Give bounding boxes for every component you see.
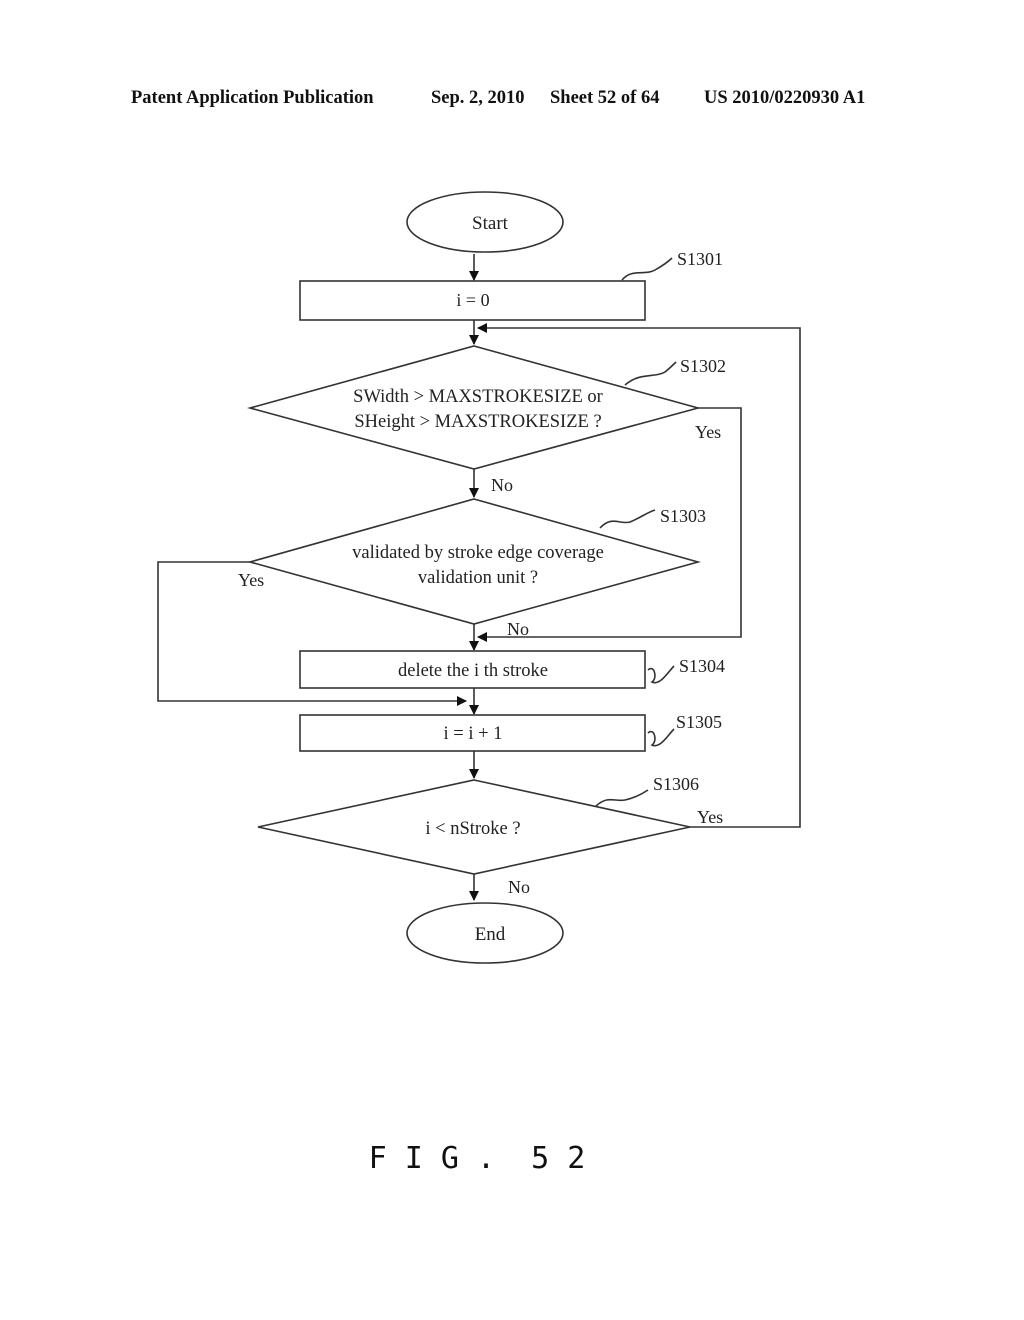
s1305-leader (647, 728, 675, 747)
s1306-yes-label: Yes (697, 807, 723, 827)
s1302-diamond (246, 345, 702, 470)
s1302-id: S1302 (680, 356, 726, 376)
s1303-leader (599, 509, 656, 529)
s1305-id: S1305 (676, 712, 722, 732)
s1306-leader (595, 789, 649, 807)
start-label: Start (472, 213, 509, 234)
s1301-leader (621, 257, 673, 281)
s1303-text-line1: validated by stroke edge coverage (352, 543, 604, 563)
s1304-id: S1304 (679, 656, 725, 676)
s1306-text: i < nStroke ? (425, 819, 520, 839)
s1302-leader (624, 361, 677, 386)
s1304-text: delete the i th stroke (398, 661, 548, 681)
s1306-no-label: No (508, 877, 530, 897)
s1305-text: i = i + 1 (444, 724, 503, 744)
flowchart: Start S1301 i = 0 S1302 SWidth > MAXSTRO… (157, 191, 801, 1176)
s1303-id: S1303 (660, 506, 706, 526)
s1302-yes-label: Yes (695, 422, 721, 442)
s1303-yes-label: Yes (238, 570, 264, 590)
s1306-id: S1306 (653, 774, 699, 794)
s1304-leader (647, 665, 675, 684)
s1303-text-line2: validation unit ? (418, 568, 538, 588)
s1301-id: S1301 (677, 249, 723, 269)
s1302-text-line2: SHeight > MAXSTROKESIZE ? (354, 412, 601, 432)
s1302-no-label: No (491, 475, 513, 495)
s1301-text: i = 0 (456, 290, 489, 310)
end-label: End (475, 924, 506, 945)
s1302-text-line1: SWidth > MAXSTROKESIZE or (353, 387, 603, 407)
s1303-no-label: No (507, 619, 529, 639)
figure-label: F I G . 5 2 (369, 1141, 586, 1176)
